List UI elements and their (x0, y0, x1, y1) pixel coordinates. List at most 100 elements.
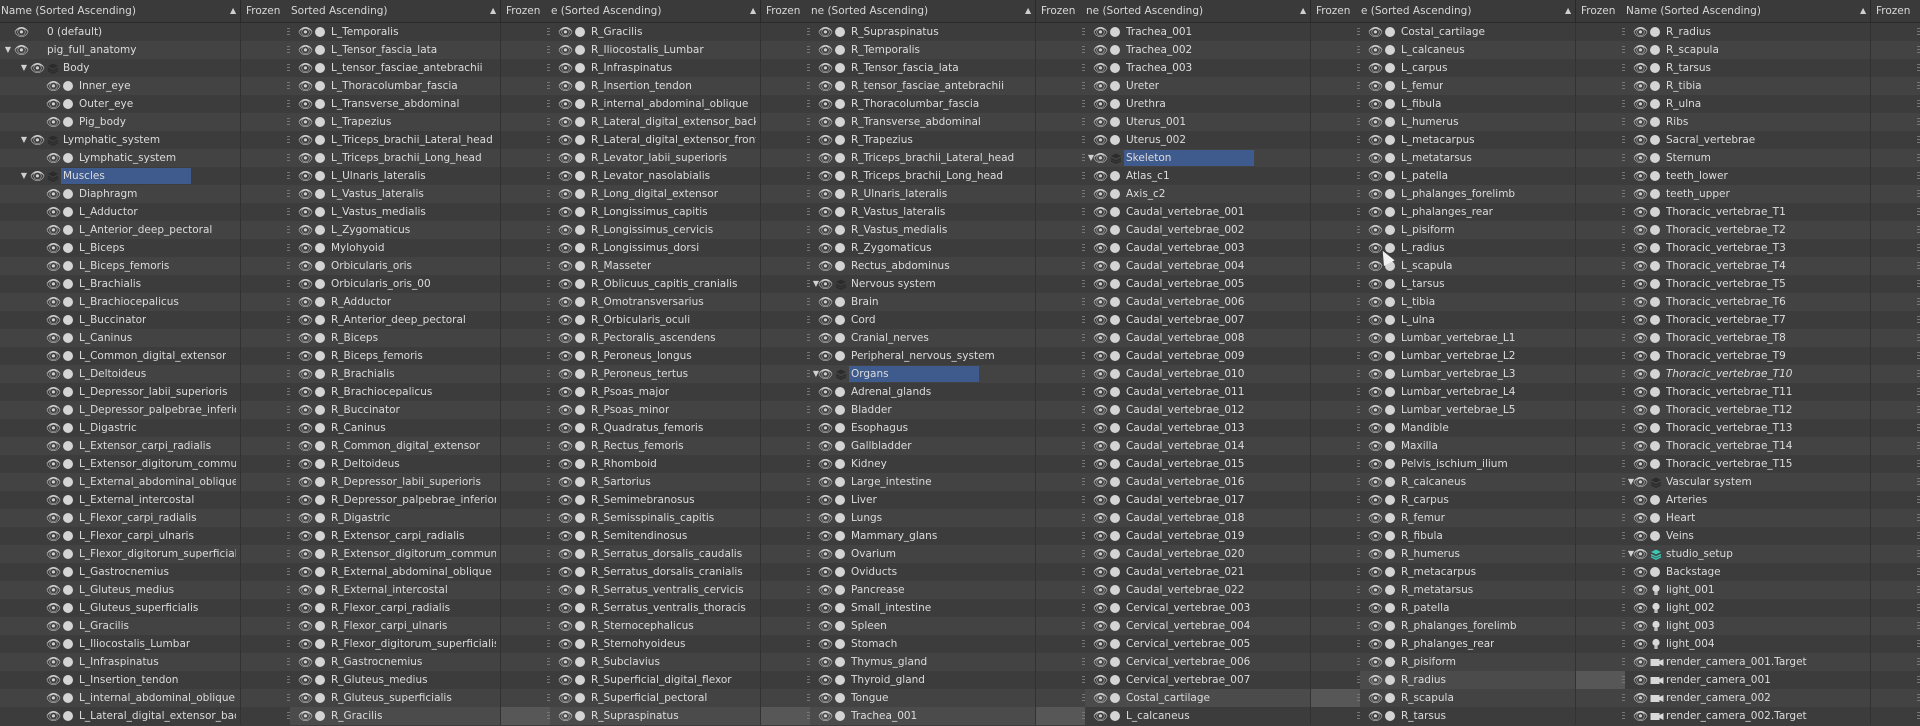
layer-row[interactable]: 👁 light_001 (1625, 581, 1920, 599)
layer-row[interactable]: 👁 L_phalanges_rear (1360, 203, 1625, 221)
frozen-cell[interactable] (1870, 311, 1920, 329)
frozen-cell[interactable] (500, 23, 550, 41)
frozen-cell[interactable] (760, 437, 810, 455)
frozen-cell[interactable] (500, 473, 550, 491)
visibility-eye-icon[interactable]: 👁 (558, 275, 573, 293)
frozen-column-header[interactable]: Frozen (760, 0, 810, 22)
layer-row[interactable]: 👁 Inner_eye (0, 77, 290, 95)
visibility-eye-icon[interactable]: 👁 (818, 59, 833, 77)
visibility-eye-icon[interactable]: 👁 (818, 599, 833, 617)
layer-row[interactable]: 👁 Mammary_glans (810, 527, 1085, 545)
visibility-eye-icon[interactable]: 👁 (818, 455, 833, 473)
layer-row[interactable]: 👁 R_Rhomboid (550, 455, 810, 473)
visibility-eye-icon[interactable]: 👁 (298, 149, 313, 167)
frozen-cell[interactable] (1575, 707, 1625, 725)
visibility-eye-icon[interactable]: 👁 (1093, 437, 1108, 455)
frozen-cell[interactable] (1870, 131, 1920, 149)
layer-row[interactable]: ▼ 👁 Nervous system (810, 275, 1085, 293)
visibility-eye-icon[interactable]: 👁 (46, 293, 61, 311)
visibility-eye-icon[interactable]: 👁 (1093, 41, 1108, 59)
frozen-cell[interactable] (1870, 329, 1920, 347)
frozen-cell[interactable] (1870, 59, 1920, 77)
frozen-cell[interactable] (1310, 473, 1360, 491)
visibility-eye-icon[interactable]: 👁 (818, 581, 833, 599)
frozen-cell[interactable] (1870, 347, 1920, 365)
frozen-cell[interactable] (1310, 653, 1360, 671)
layer-row[interactable]: 👁 R_radius (1625, 23, 1920, 41)
layer-row[interactable]: 👁 R_Buccinator (290, 401, 550, 419)
visibility-eye-icon[interactable]: 👁 (298, 545, 313, 563)
layer-row[interactable]: 👁 L_Vastus_medialis (290, 203, 550, 221)
layer-row[interactable]: 👁 R_tarsus (1360, 707, 1625, 725)
layer-row[interactable]: 👁 R_Temporalis (810, 41, 1085, 59)
frozen-cell[interactable] (240, 437, 290, 455)
frozen-cell[interactable] (1035, 491, 1085, 509)
layer-row[interactable]: 👁 Caudal_vertebrae_017 (1085, 491, 1360, 509)
frozen-cell[interactable] (240, 239, 290, 257)
frozen-cell[interactable] (500, 95, 550, 113)
frozen-cell[interactable] (1310, 419, 1360, 437)
visibility-eye-icon[interactable]: 👁 (1633, 131, 1648, 149)
frozen-cell[interactable] (1870, 23, 1920, 41)
layer-row[interactable]: 👁 L_Vastus_lateralis (290, 185, 550, 203)
layer-row[interactable]: 👁 Caudal_vertebrae_021 (1085, 563, 1360, 581)
visibility-eye-icon[interactable]: 👁 (1093, 203, 1108, 221)
visibility-eye-icon[interactable]: 👁 (818, 473, 833, 491)
frozen-cell[interactable] (1575, 41, 1625, 59)
frozen-cell[interactable] (1310, 221, 1360, 239)
layer-row[interactable]: 👁 R_Rectus_femoris (550, 437, 810, 455)
visibility-eye-icon[interactable]: 👁 (1093, 599, 1108, 617)
frozen-cell[interactable] (240, 221, 290, 239)
layer-row[interactable]: 👁 R_phalanges_rear (1360, 635, 1625, 653)
frozen-cell[interactable] (760, 671, 810, 689)
name-column-header[interactable]: e (Sorted Ascending) (550, 0, 751, 22)
frozen-cell[interactable] (240, 113, 290, 131)
visibility-eye-icon[interactable]: 👁 (1633, 347, 1648, 365)
layer-row[interactable]: 👁 L_Deltoideus (0, 365, 290, 383)
frozen-cell[interactable] (1575, 653, 1625, 671)
visibility-eye-icon[interactable]: 👁 (298, 419, 313, 437)
visibility-eye-icon[interactable]: 👁 (46, 275, 61, 293)
visibility-eye-icon[interactable]: 👁 (1633, 113, 1648, 131)
visibility-eye-icon[interactable]: 👁 (558, 293, 573, 311)
visibility-eye-icon[interactable]: 👁 (1633, 23, 1648, 41)
visibility-eye-icon[interactable]: 👁 (1368, 545, 1383, 563)
visibility-eye-icon[interactable]: 👁 (30, 131, 45, 149)
visibility-eye-icon[interactable]: 👁 (1093, 221, 1108, 239)
layer-row[interactable]: 👁 R_Subclavius (550, 653, 810, 671)
frozen-cell[interactable] (1310, 59, 1360, 77)
layer-row[interactable]: 👁 R_Serratus_dorsalis_caudalis (550, 545, 810, 563)
visibility-eye-icon[interactable]: 👁 (298, 329, 313, 347)
layer-row[interactable]: 👁 Arteries (1625, 491, 1920, 509)
frozen-cell[interactable] (1035, 329, 1085, 347)
visibility-eye-icon[interactable]: 👁 (298, 185, 313, 203)
visibility-eye-icon[interactable]: 👁 (1633, 365, 1648, 383)
visibility-eye-icon[interactable]: 👁 (1633, 563, 1648, 581)
frozen-cell[interactable] (1035, 617, 1085, 635)
visibility-eye-icon[interactable]: 👁 (1633, 671, 1648, 689)
layer-row[interactable]: 👁 Pig_body (0, 113, 290, 131)
visibility-eye-icon[interactable]: 👁 (1633, 95, 1648, 113)
frozen-cell[interactable] (1310, 23, 1360, 41)
frozen-cell[interactable] (1870, 257, 1920, 275)
frozen-cell[interactable] (500, 59, 550, 77)
visibility-eye-icon[interactable]: 👁 (298, 581, 313, 599)
frozen-cell[interactable] (1575, 527, 1625, 545)
frozen-cell[interactable] (500, 275, 550, 293)
visibility-eye-icon[interactable]: 👁 (46, 491, 61, 509)
frozen-cell[interactable] (1870, 689, 1920, 707)
frozen-cell[interactable] (240, 671, 290, 689)
visibility-eye-icon[interactable]: 👁 (1368, 311, 1383, 329)
frozen-cell[interactable] (1870, 95, 1920, 113)
frozen-cell[interactable] (1035, 59, 1085, 77)
frozen-cell[interactable] (1310, 113, 1360, 131)
layer-row[interactable]: 👁 R_Levator_nasolabialis (550, 167, 810, 185)
layer-row[interactable]: 👁 L_pisiform (1360, 221, 1625, 239)
layer-row[interactable]: 👁 L_femur (1360, 77, 1625, 95)
visibility-eye-icon[interactable]: 👁 (1368, 293, 1383, 311)
visibility-eye-icon[interactable]: 👁 (818, 617, 833, 635)
frozen-cell[interactable] (240, 473, 290, 491)
frozen-cell[interactable] (1575, 401, 1625, 419)
layer-row[interactable]: 👁 Liver (810, 491, 1085, 509)
layer-row[interactable]: 👁 Large_intestine (810, 473, 1085, 491)
